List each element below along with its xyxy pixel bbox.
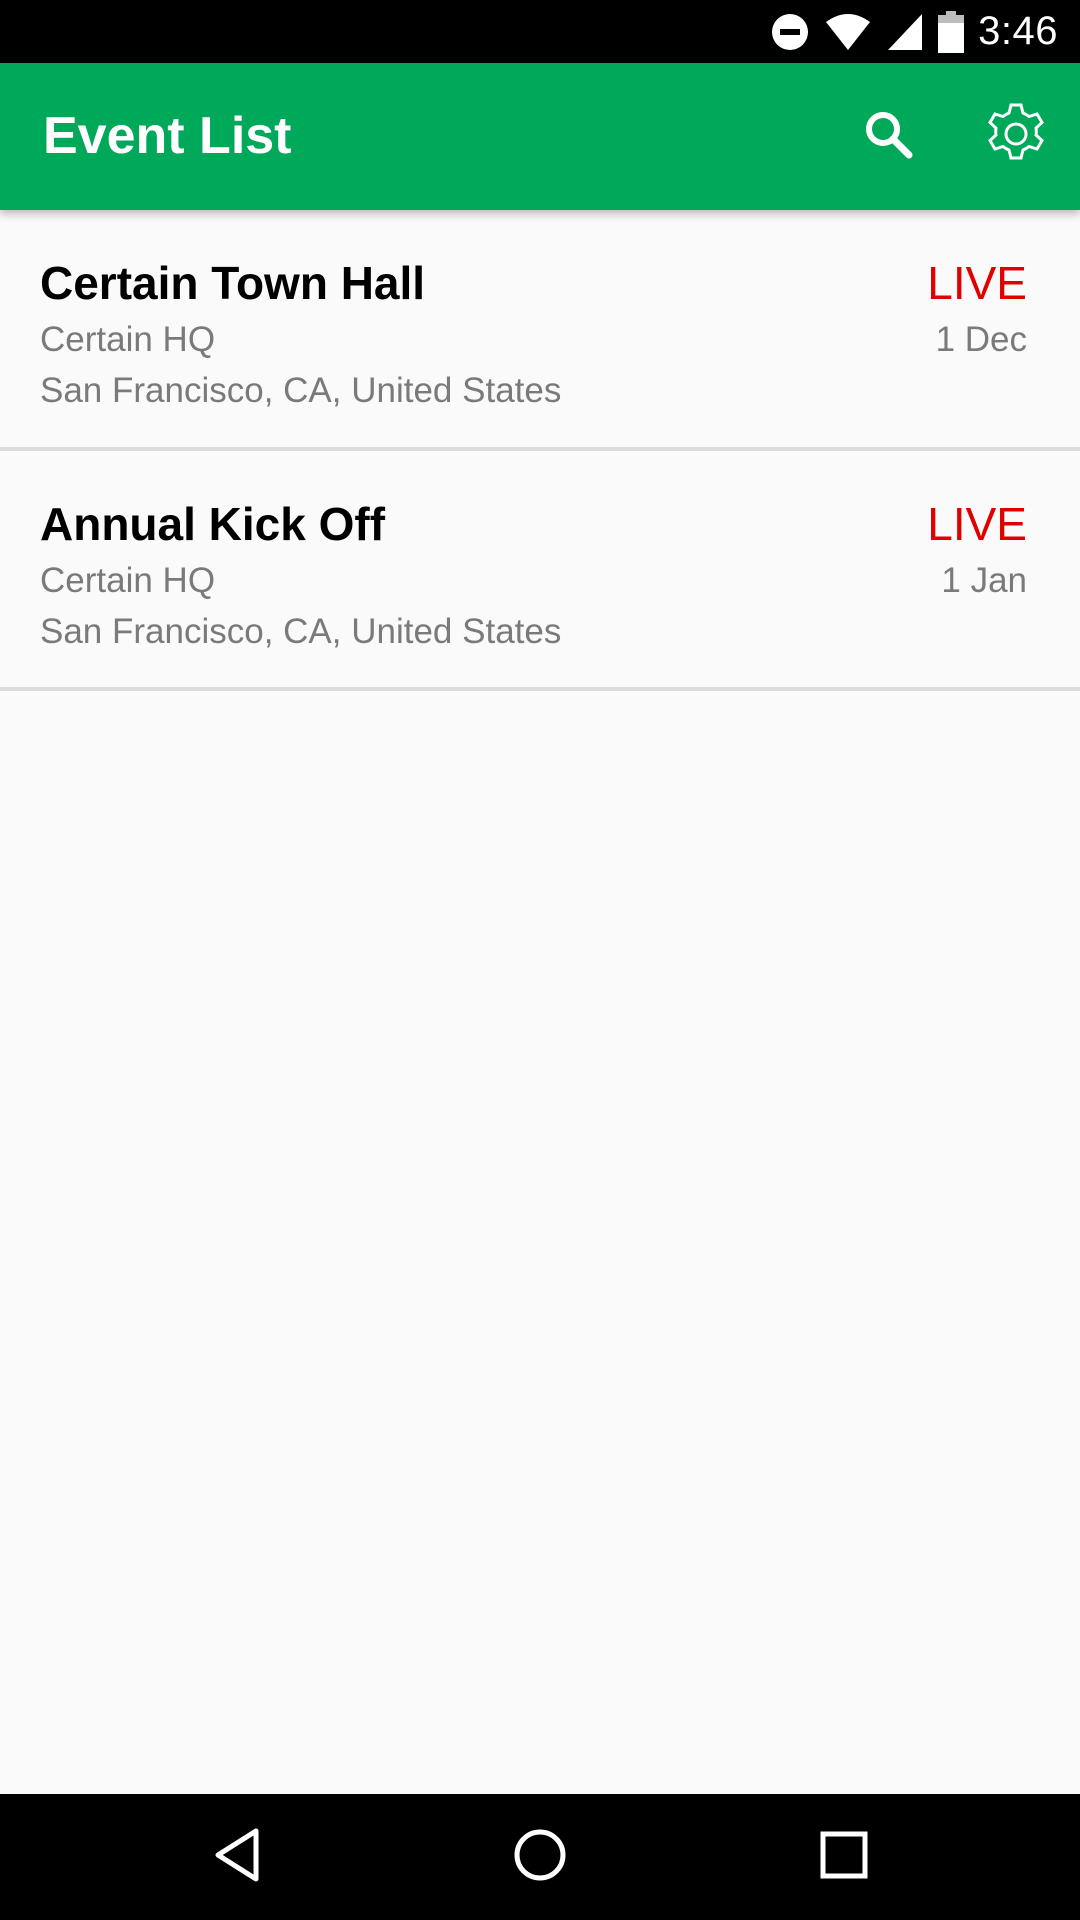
- do-not-disturb-icon: [770, 12, 810, 52]
- home-button[interactable]: [470, 1794, 610, 1920]
- back-button[interactable]: [167, 1794, 307, 1920]
- status-icons: 3:46: [770, 0, 1058, 63]
- status-time: 3:46: [978, 9, 1058, 53]
- event-address: San Francisco, CA, United States: [40, 612, 562, 651]
- navigation-bar: [0, 1794, 1080, 1920]
- app-bar: Event List: [0, 63, 1080, 210]
- page-title: Event List: [43, 107, 292, 165]
- event-list-item[interactable]: Annual Kick Off Certain HQ San Francisco…: [0, 451, 1080, 691]
- event-venue: Certain HQ: [40, 320, 216, 359]
- search-icon: [863, 109, 913, 164]
- wifi-icon: [824, 12, 872, 52]
- recents-button[interactable]: [774, 1794, 914, 1920]
- event-address: San Francisco, CA, United States: [40, 371, 562, 410]
- event-list-item[interactable]: Certain Town Hall Certain HQ San Francis…: [0, 210, 1080, 451]
- event-title: Certain Town Hall: [40, 257, 426, 309]
- back-icon: [212, 1827, 262, 1888]
- live-status-badge: LIVE: [927, 257, 1027, 309]
- status-bar: 3:46: [0, 0, 1080, 63]
- signal-icon: [886, 12, 924, 52]
- event-date: 1 Jan: [941, 561, 1027, 600]
- battery-icon: [938, 10, 965, 53]
- recents-icon: [820, 1831, 868, 1884]
- search-button[interactable]: [838, 63, 938, 210]
- settings-button[interactable]: [966, 63, 1066, 210]
- event-title: Annual Kick Off: [40, 498, 386, 550]
- live-status-badge: LIVE: [927, 498, 1027, 550]
- event-list: Certain Town Hall Certain HQ San Francis…: [0, 210, 1080, 691]
- event-date: 1 Dec: [935, 320, 1027, 359]
- home-icon: [512, 1827, 568, 1888]
- gear-icon: [983, 101, 1049, 172]
- event-venue: Certain HQ: [40, 561, 216, 600]
